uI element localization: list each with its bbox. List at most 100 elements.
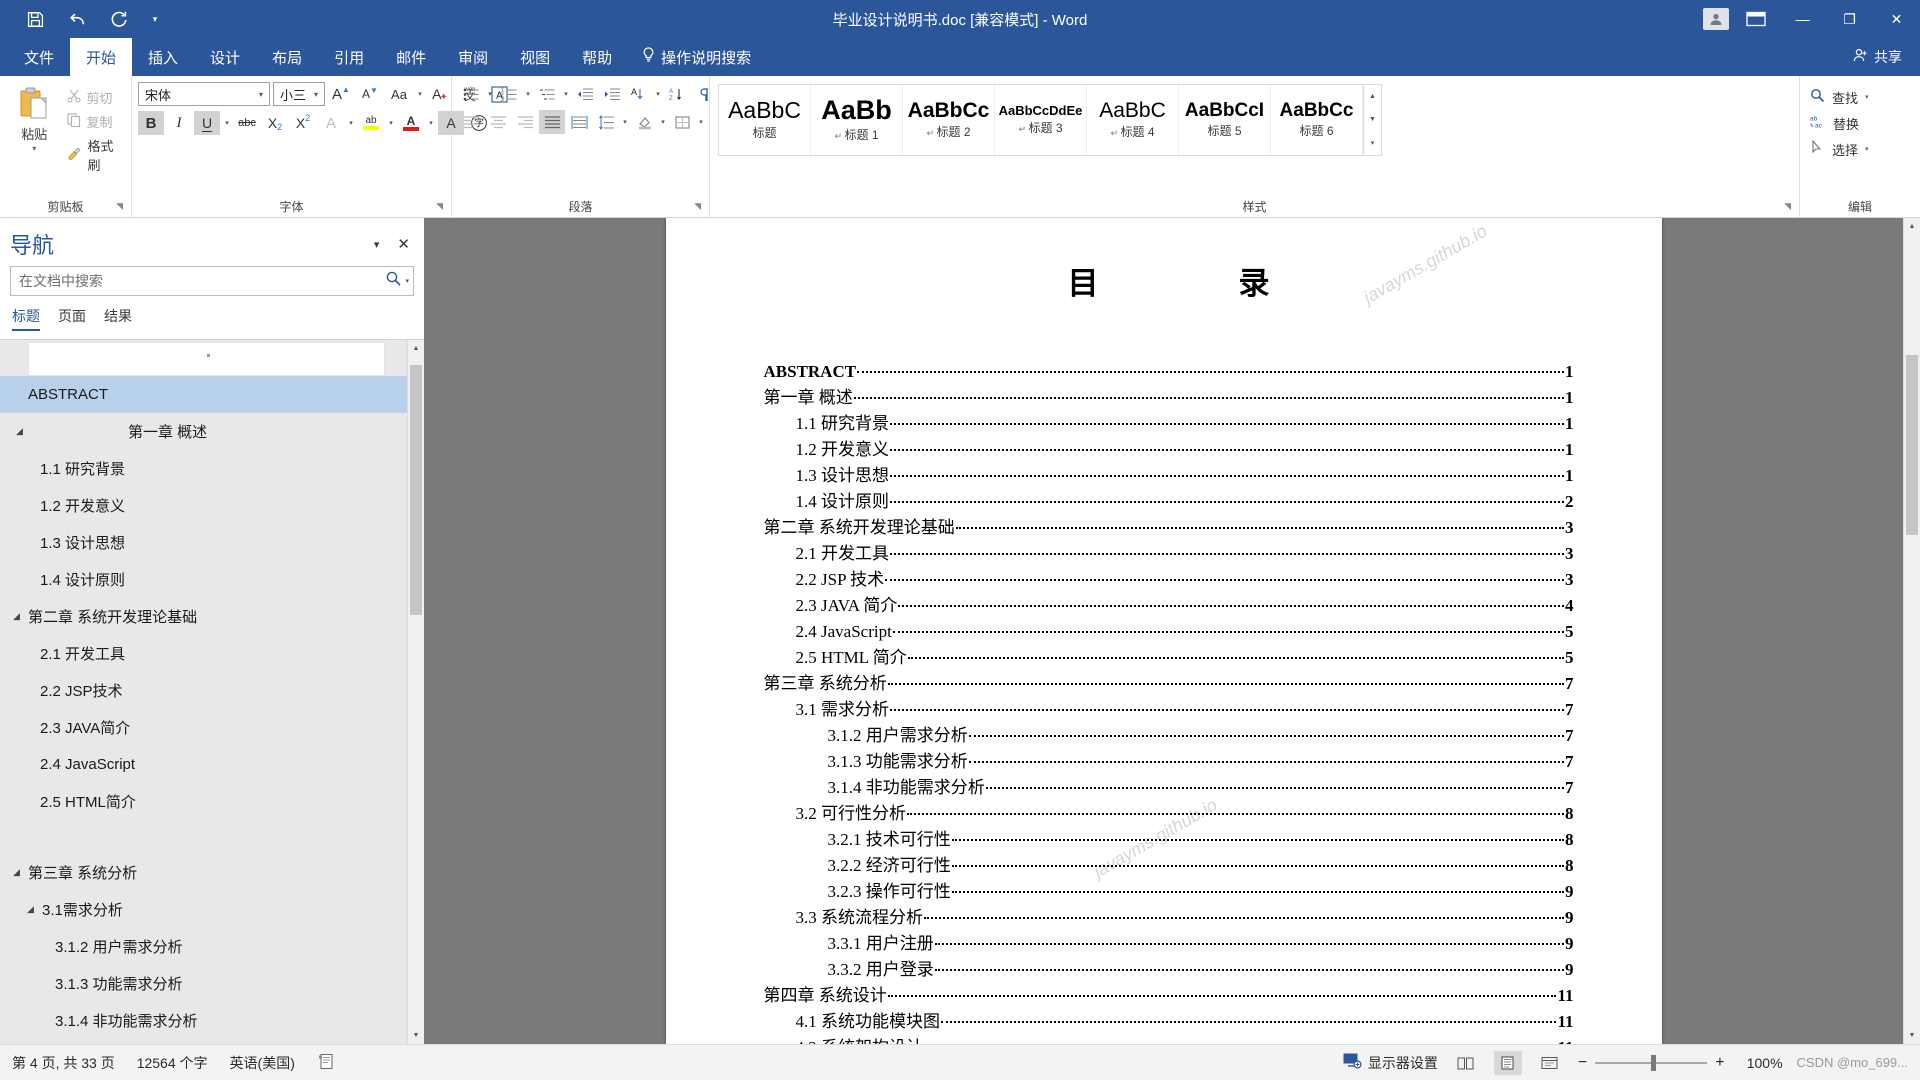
zoom-track[interactable] [1595, 1062, 1707, 1064]
tab-design[interactable]: 设计 [194, 38, 256, 76]
toc-entry[interactable]: 1.4 设计原则 2 [764, 489, 1574, 515]
styles-gallery[interactable]: AaBbC 标题 AaBb ↵ 标题 1 AaBbCс ↵ 标题 2 AaBbC… [718, 84, 1382, 156]
toc-entry[interactable]: 3.2.3 操作可行性 9 [764, 879, 1574, 905]
navigation-search-box[interactable]: ▾ [10, 266, 414, 296]
multilevel-caret-icon[interactable]: ▾ [561, 82, 571, 106]
nav-heading-3-1[interactable]: ◢ 3.1需求分析 [0, 891, 407, 928]
account-icon[interactable] [1699, 7, 1733, 31]
font-color-icon[interactable]: A [398, 111, 424, 135]
borders-icon[interactable] [669, 110, 695, 134]
nav-heading-3-1-3[interactable]: 3.1.3 功能需求分析 [0, 965, 407, 1002]
underline-icon[interactable]: U [194, 111, 220, 135]
cut-button[interactable]: 剪切 [67, 88, 125, 107]
nav-heading-blank[interactable] [0, 820, 407, 854]
search-input[interactable] [19, 273, 385, 289]
styles-gallery-scroll[interactable]: ▲ ▼ ▾ [1363, 85, 1381, 155]
document-scroll-thumb[interactable] [1906, 355, 1918, 535]
chevron-down-icon[interactable]: ▾ [255, 90, 267, 99]
numbering-icon[interactable]: 123 [496, 82, 522, 106]
nav-blank-heading-item[interactable] [28, 342, 385, 376]
font-size-combo[interactable]: 小三 ▾ [273, 82, 325, 106]
font-color-caret-icon[interactable]: ▾ [426, 111, 436, 135]
expand-arrow-icon[interactable]: ◢ [13, 867, 20, 878]
nav-heading-1-4[interactable]: 1.4 设计原则 [0, 561, 407, 598]
bold-icon[interactable]: B [138, 111, 164, 135]
font-name-combo[interactable]: 宋体 ▾ [138, 82, 270, 106]
increase-indent-icon[interactable] [599, 82, 625, 106]
tab-mailings[interactable]: 邮件 [380, 38, 442, 76]
nav-heading-3-1-2[interactable]: 3.1.2 用户需求分析 [0, 928, 407, 965]
nav-heading-2-4[interactable]: 2.4 JavaScript [0, 746, 407, 783]
decrease-indent-icon[interactable] [572, 82, 598, 106]
save-icon[interactable] [16, 4, 54, 34]
toc-entry[interactable]: 第四章 系统设计 11 [764, 983, 1574, 1009]
page-info[interactable]: 第 4 页, 共 33 页 [12, 1053, 115, 1073]
superscript-icon[interactable]: X2 [290, 111, 316, 135]
word-count[interactable]: 12564 个字 [137, 1053, 208, 1073]
close-button[interactable]: ✕ [1873, 0, 1920, 38]
zoom-in-button[interactable]: + [1715, 1054, 1724, 1072]
navigation-scroll-track[interactable] [408, 357, 424, 1027]
nav-heading-2-5[interactable]: 2.5 HTML简介 [0, 783, 407, 820]
tell-me-search[interactable]: 操作说明搜索 [628, 38, 765, 76]
read-mode-view[interactable] [1452, 1051, 1480, 1075]
nav-tab-pages[interactable]: 页面 [58, 306, 86, 331]
shading-caret-icon[interactable]: ▾ [658, 110, 668, 134]
nav-heading-1-1[interactable]: 1.1 研究背景 [0, 450, 407, 487]
nav-heading-abstract[interactable]: ABSTRACT [0, 376, 407, 413]
justify-icon[interactable] [539, 110, 565, 134]
expand-arrow-icon[interactable]: ◢ [16, 426, 23, 437]
align-right-icon[interactable] [512, 110, 538, 134]
line-spacing-icon[interactable] [593, 110, 619, 134]
navigation-close-icon[interactable]: ✕ [397, 235, 410, 253]
toc-entry[interactable]: 3.1 需求分析 7 [764, 697, 1574, 723]
toc-entry[interactable]: 第二章 系统开发理论基础 3 [764, 515, 1574, 541]
underline-caret-icon[interactable]: ▾ [222, 111, 232, 135]
toc-entry[interactable]: 2.4 JavaScript 5 [764, 619, 1574, 645]
toc-entry[interactable]: 3.1.2 用户需求分析 7 [764, 723, 1574, 749]
clear-formatting-icon[interactable]: A✦ [428, 82, 454, 106]
print-layout-view[interactable] [1494, 1051, 1522, 1075]
toc-entry[interactable]: ABSTRACT 1 [764, 359, 1574, 385]
select-caret-icon[interactable]: ▾ [1865, 145, 1869, 153]
expand-arrow-icon[interactable]: ◢ [13, 611, 20, 622]
replace-button[interactable]: abac 替换 [1806, 110, 1859, 136]
toc-entry[interactable]: 3.3.1 用户注册 9 [764, 931, 1574, 957]
tab-insert[interactable]: 插入 [132, 38, 194, 76]
gallery-scroll-up-icon[interactable]: ▲ [1364, 85, 1381, 108]
borders-caret-icon[interactable]: ▾ [696, 110, 706, 134]
format-painter-button[interactable]: 格式刷 [67, 136, 125, 174]
change-case-caret-icon[interactable]: ▾ [415, 82, 425, 106]
text-highlight-icon[interactable]: ab [358, 111, 384, 135]
tab-review[interactable]: 审阅 [442, 38, 504, 76]
nav-heading-1-2[interactable]: 1.2 开发意义 [0, 487, 407, 524]
toc-entry[interactable]: 2.5 HTML 简介 5 [764, 645, 1574, 671]
navigation-scroll-thumb[interactable] [410, 365, 422, 615]
toc-entry[interactable]: 1.3 设计思想 1 [764, 463, 1574, 489]
nav-heading-3-1-4[interactable]: 3.1.4 非功能需求分析 [0, 1002, 407, 1039]
proofing-errors-icon[interactable] [317, 1052, 336, 1074]
styles-dialog-launcher[interactable]: ◥ [1784, 201, 1791, 212]
clipboard-dialog-launcher[interactable]: ◥ [116, 201, 123, 212]
align-center-icon[interactable] [485, 110, 511, 134]
sort-icon[interactable]: A [626, 82, 652, 106]
document-page[interactable]: javayms.github.io javayms.github.io java… [666, 218, 1662, 1044]
paste-caret-icon[interactable]: ▾ [32, 144, 36, 153]
toc-entry[interactable]: 第一章 概述 1 [764, 385, 1574, 411]
change-case-icon[interactable]: Aa [386, 82, 412, 106]
font-dialog-launcher[interactable]: ◥ [436, 201, 443, 212]
multilevel-list-icon[interactable] [534, 82, 560, 106]
display-settings-button[interactable]: 显示器设置 [1343, 1053, 1438, 1073]
numbering-caret-icon[interactable]: ▾ [523, 82, 533, 106]
shading-icon[interactable] [631, 110, 657, 134]
search-options-caret-icon[interactable]: ▾ [402, 277, 409, 285]
toc-entry[interactable]: 2.1 开发工具 3 [764, 541, 1574, 567]
subscript-icon[interactable]: X2 [262, 111, 288, 135]
search-icon[interactable] [385, 270, 402, 292]
toc-entry[interactable]: 3.2.2 经济可行性 8 [764, 853, 1574, 879]
style-item[interactable]: AaBbCcDdEe ↵ 标题 3 [995, 85, 1087, 155]
tab-view[interactable]: 视图 [504, 38, 566, 76]
style-item[interactable]: AaBb ↵ 标题 1 [811, 85, 903, 155]
style-item[interactable]: AaBbC ↵ 标题 4 [1087, 85, 1179, 155]
toc-entry[interactable]: 1.2 开发意义 1 [764, 437, 1574, 463]
